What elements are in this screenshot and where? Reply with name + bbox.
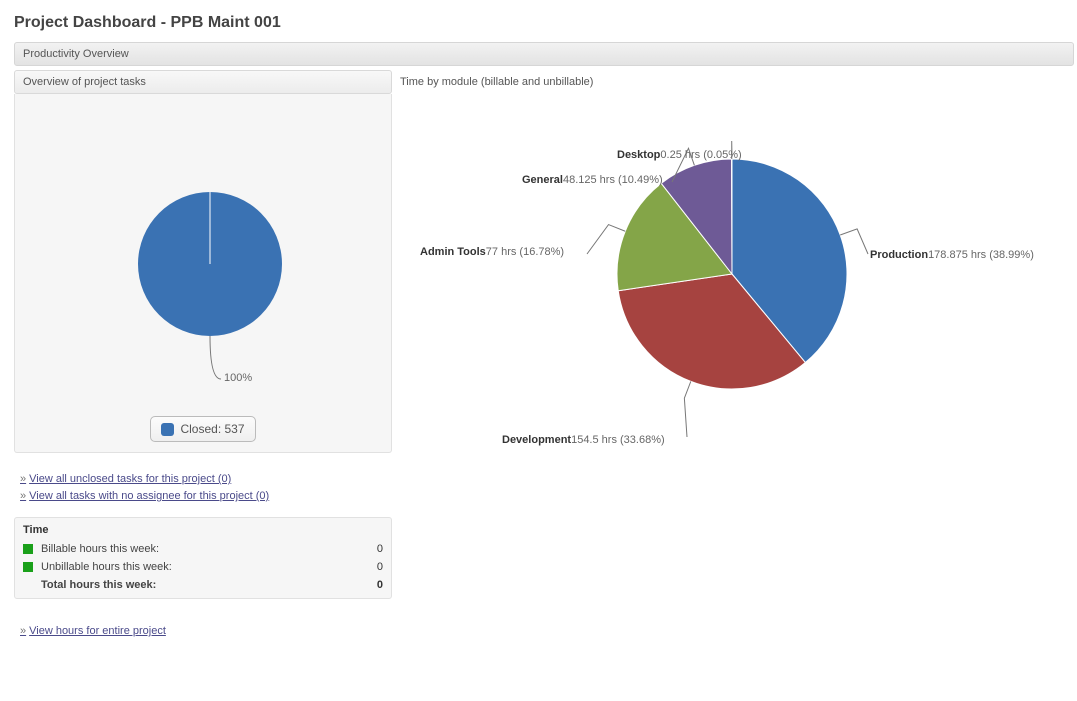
right-panel-title: Time by module (billable and unbillable)	[392, 70, 1074, 94]
time-summary: Time Billable hours this week: 0 Unbilla…	[14, 517, 392, 599]
square-icon	[23, 544, 33, 554]
slice-label-development: Development154.5 hrs (33.68%)	[502, 434, 665, 446]
slice-label-admin: Admin Tools77 hrs (16.78%)	[420, 246, 564, 258]
chevron-right-icon: »	[20, 490, 26, 502]
tasks-pie-label: 100%	[224, 372, 252, 384]
square-icon	[161, 423, 174, 436]
module-pie-chart: Production178.875 hrs (38.99%) Developme…	[392, 94, 1074, 454]
tasks-legend-closed[interactable]: Closed: 537	[150, 416, 255, 442]
time-row-billable: Billable hours this week: 0	[23, 540, 383, 558]
time-row-unbillable: Unbillable hours this week: 0	[23, 558, 383, 576]
slice-label-production: Production178.875 hrs (38.99%)	[870, 249, 1034, 261]
slice-label-desktop: Desktop0.25 hrs (0.05%)	[617, 149, 742, 161]
time-heading: Time	[23, 524, 383, 536]
time-row-total: Total hours this week: 0	[23, 576, 383, 594]
left-panel-title: Overview of project tasks	[14, 70, 392, 94]
page-title: Project Dashboard - PPB Maint 001	[14, 14, 1074, 32]
slice-label-general: General48.125 hrs (10.49%)	[522, 174, 663, 186]
section-title: Productivity Overview	[14, 42, 1074, 66]
link-unclosed-tasks[interactable]: »View all unclosed tasks for this projec…	[20, 471, 386, 488]
chevron-right-icon: »	[20, 625, 26, 637]
chevron-right-icon: »	[20, 473, 26, 485]
square-icon	[23, 562, 33, 572]
link-view-hours[interactable]: »View hours for entire project	[20, 623, 386, 640]
tasks-legend-label: Closed: 537	[180, 422, 244, 436]
link-no-assignee-tasks[interactable]: »View all tasks with no assignee for thi…	[20, 488, 386, 505]
tasks-pie-chart: 100%	[21, 104, 385, 404]
